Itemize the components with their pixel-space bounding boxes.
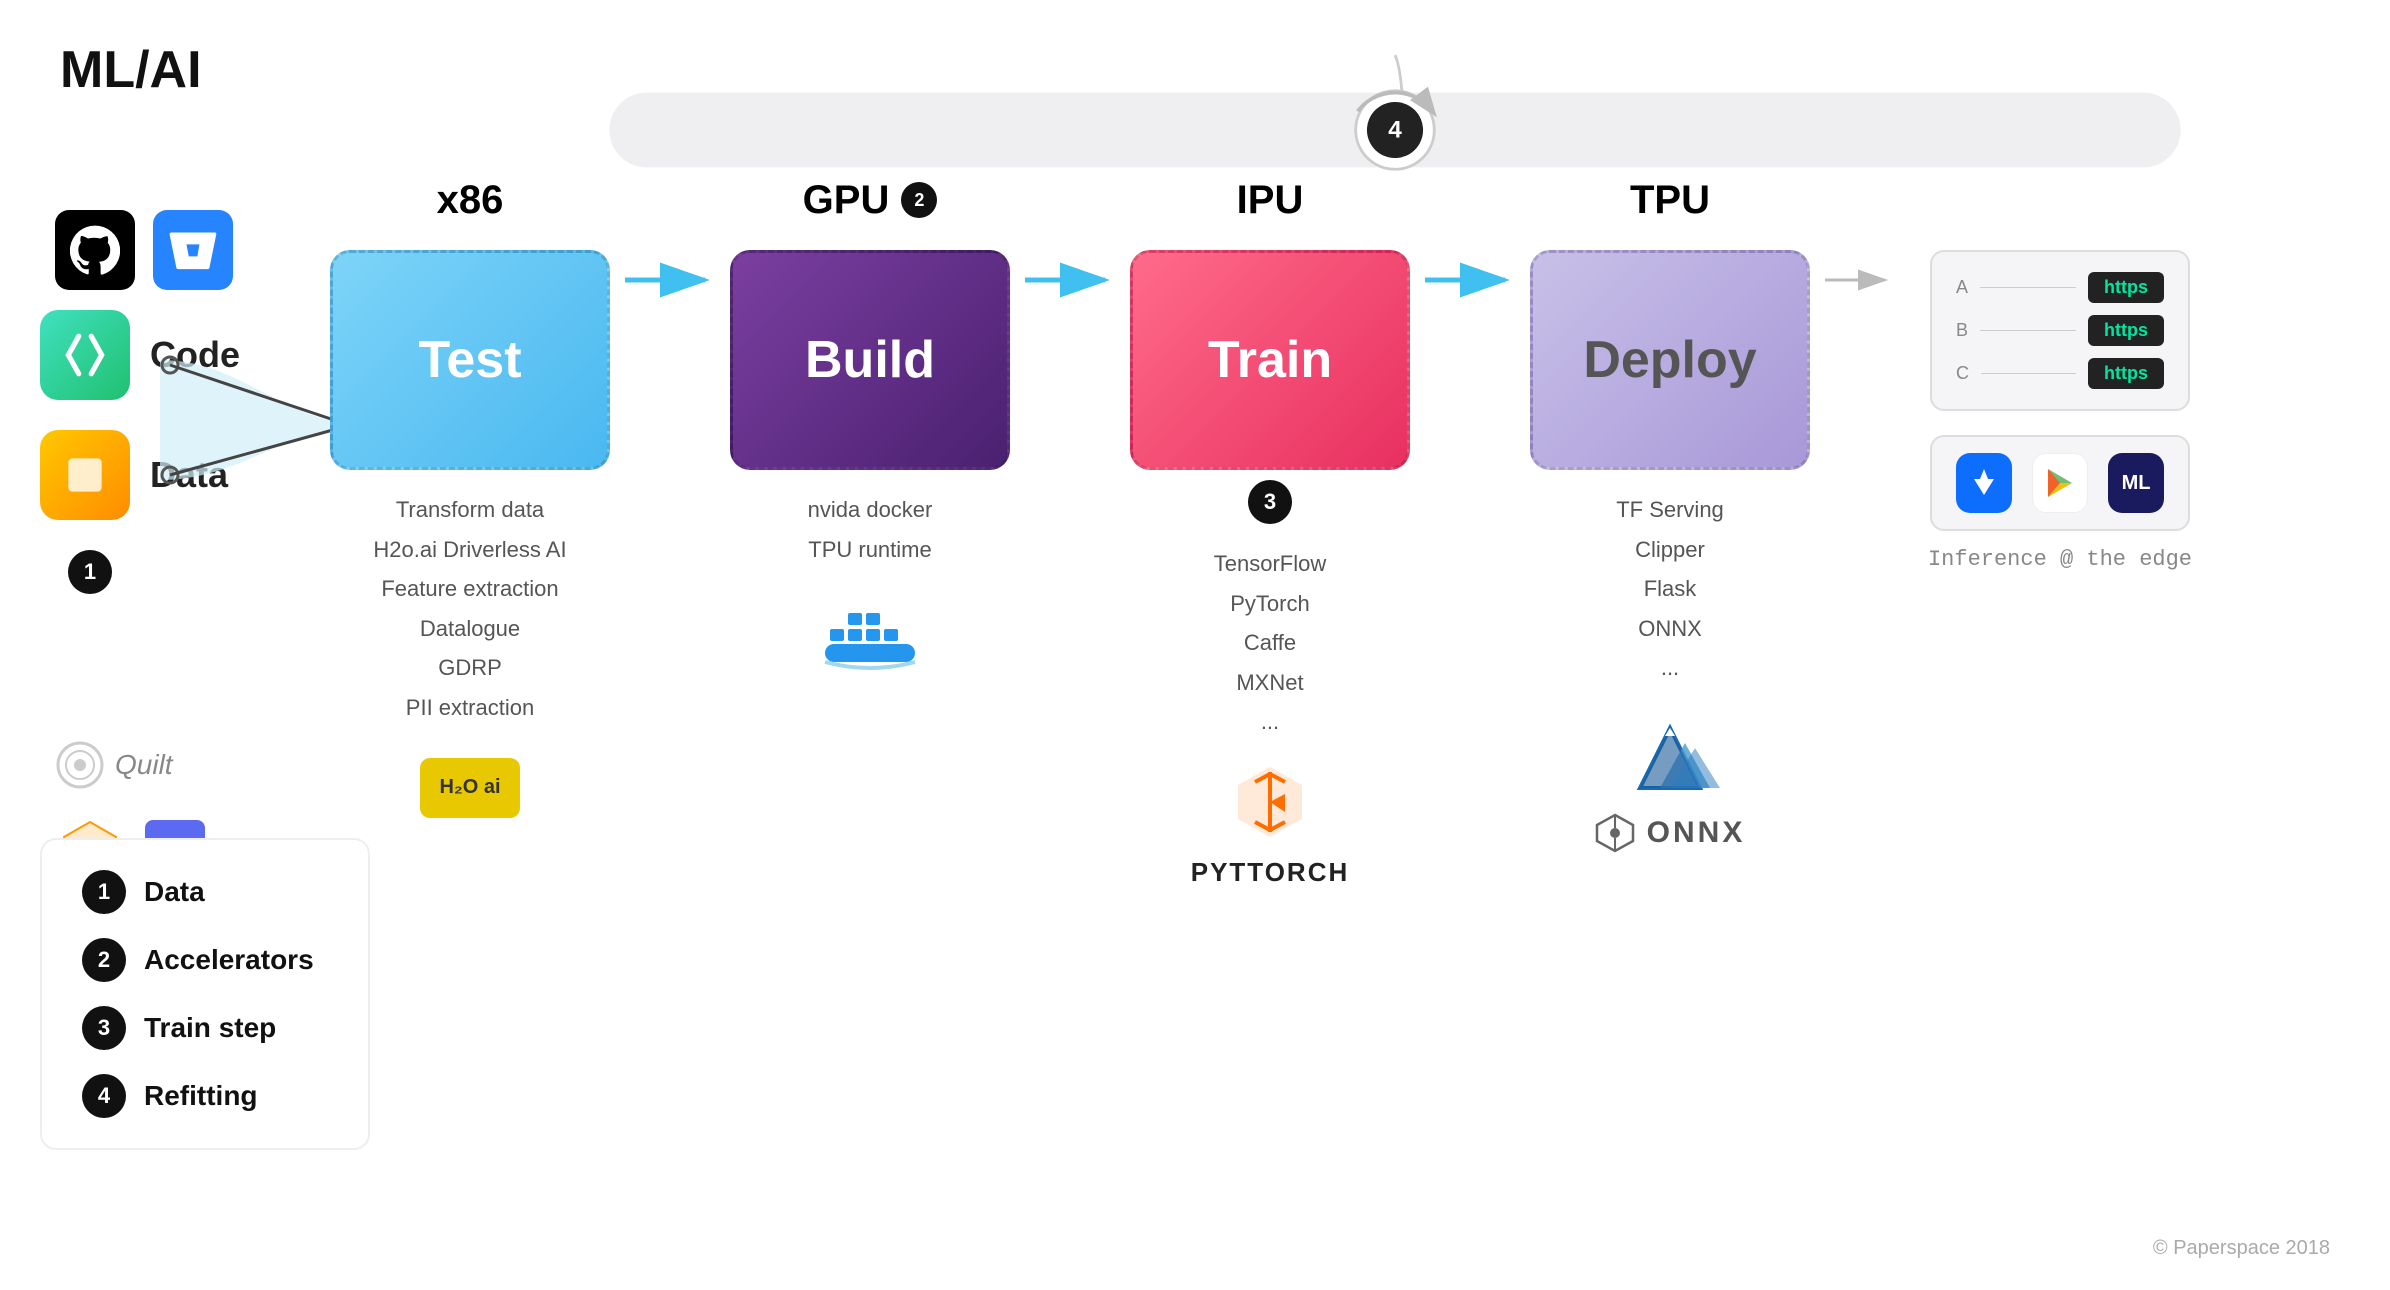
legend-box: 1 Data 2 Accelerators 3 Train step 4 Ref… bbox=[40, 838, 370, 1150]
arrow-gpu-ipu bbox=[1020, 170, 1120, 300]
inference-label: Inference @ the edge bbox=[1928, 547, 2192, 572]
https-row-a: A https bbox=[1956, 272, 2164, 303]
gpu-desc: nvida docker TPU runtime bbox=[808, 490, 933, 569]
stage-x86-header: x86 bbox=[437, 170, 504, 230]
googleplay-icon bbox=[2032, 453, 2088, 513]
stage-x86: x86 Test Transform data H2o.ai Driverles… bbox=[320, 170, 620, 818]
page-title: ML/AI bbox=[60, 40, 202, 100]
https-badge-b: https bbox=[2088, 315, 2164, 346]
badge-1: 1 bbox=[68, 550, 112, 594]
bitbucket-icon bbox=[153, 210, 233, 290]
legend-item-1: 1 Data bbox=[82, 870, 328, 914]
ml-cube-icon: ML bbox=[2108, 453, 2164, 513]
legend-badge-1: 1 bbox=[82, 870, 126, 914]
legend-label-3: Train step bbox=[144, 1012, 276, 1044]
stage-ipu-header: IPU bbox=[1237, 170, 1304, 230]
badge-3-container: 3 bbox=[1248, 480, 1292, 524]
test-label: Test bbox=[418, 330, 521, 390]
arrow-ipu-tpu bbox=[1420, 170, 1520, 300]
legend-label-1: Data bbox=[144, 876, 205, 908]
arrow-tpu-inference bbox=[1820, 170, 1900, 300]
stage-gpu: GPU 2 Build nvida docker TPU runtime bbox=[720, 170, 1020, 684]
code-icon bbox=[40, 310, 130, 400]
deploy-label: Deploy bbox=[1583, 330, 1756, 390]
x86-desc: Transform data H2o.ai Driverless AI Feat… bbox=[373, 490, 566, 728]
vcs-icons-row bbox=[55, 210, 233, 290]
pytorch-logo: PYTTORCH bbox=[1191, 857, 1350, 888]
legend-label-4: Refitting bbox=[144, 1080, 258, 1112]
https-badge-a: https bbox=[2088, 272, 2164, 303]
h2o-logo: H₂O ai bbox=[420, 758, 520, 818]
stage-box-deploy: Deploy bbox=[1530, 250, 1810, 470]
legend-badge-4: 4 bbox=[82, 1074, 126, 1118]
quilt-area: Quilt bbox=[55, 740, 173, 790]
code-label: Code bbox=[150, 334, 240, 376]
arrow-x86-gpu bbox=[620, 170, 720, 300]
stage-tpu-header: TPU bbox=[1630, 170, 1710, 230]
stage-gpu-header: GPU 2 bbox=[803, 170, 938, 230]
legend-badge-3: 3 bbox=[82, 1006, 126, 1050]
stage-box-test: Test bbox=[330, 250, 610, 470]
onnx-logo: ONNX bbox=[1595, 813, 1746, 853]
train-label: Train bbox=[1208, 330, 1332, 390]
appstore-icon bbox=[1956, 453, 2012, 513]
https-row-b: B https bbox=[1956, 315, 2164, 346]
data-icon bbox=[40, 430, 130, 520]
data-label: Data bbox=[150, 454, 228, 496]
docker-logo bbox=[810, 599, 930, 684]
ipu-label: IPU bbox=[1237, 178, 1304, 223]
legend-item-4: 4 Refitting bbox=[82, 1074, 328, 1118]
legend-label-2: Accelerators bbox=[144, 944, 314, 976]
badge-3: 3 bbox=[1248, 480, 1292, 524]
quilt-logo: Quilt bbox=[55, 740, 173, 790]
source-items: Code Data 1 bbox=[40, 310, 240, 594]
pipeline: x86 Test Transform data H2o.ai Driverles… bbox=[320, 170, 2220, 888]
https-badge-c: https bbox=[2088, 358, 2164, 389]
build-label: Build bbox=[805, 330, 935, 390]
x86-label: x86 bbox=[437, 178, 504, 223]
stage-box-train: Train bbox=[1130, 250, 1410, 470]
quilt-text: Quilt bbox=[115, 749, 173, 781]
footer: © Paperspace 2018 bbox=[2153, 1237, 2330, 1260]
gpu-label: GPU bbox=[803, 178, 890, 223]
tpu-desc: TF Serving Clipper Flask ONNX ... bbox=[1616, 490, 1724, 688]
stage-box-build: Build bbox=[730, 250, 1010, 470]
legend-item-2: 2 Accelerators bbox=[82, 938, 328, 982]
ipu-desc: TensorFlow PyTorch Caffe MXNet ... bbox=[1214, 544, 1326, 742]
clipper-logo bbox=[1610, 708, 1730, 803]
https-row-c: C https bbox=[1956, 358, 2164, 389]
stage-ipu: IPU Train 3 TensorFlow PyTorch Caffe MXN… bbox=[1120, 170, 1420, 888]
legend-item-3: 3 Train step bbox=[82, 1006, 328, 1050]
badge-2: 2 bbox=[901, 182, 937, 218]
svg-text:4: 4 bbox=[1388, 116, 1402, 143]
tf-logo bbox=[1230, 762, 1310, 847]
tpu-label: TPU bbox=[1630, 178, 1710, 223]
github-icon bbox=[55, 210, 135, 290]
source-code-item: Code bbox=[40, 310, 240, 400]
source-data-item: Data bbox=[40, 430, 240, 520]
stage-tpu: TPU Deploy TF Serving Clipper Flask ONNX… bbox=[1520, 170, 1820, 853]
inference-section: A https B https C https bbox=[1900, 170, 2220, 572]
badge-1-container: 1 bbox=[68, 550, 240, 594]
legend-badge-2: 2 bbox=[82, 938, 126, 982]
https-box: A https B https C https bbox=[1930, 250, 2190, 411]
app-stores-box: ML bbox=[1930, 435, 2190, 531]
